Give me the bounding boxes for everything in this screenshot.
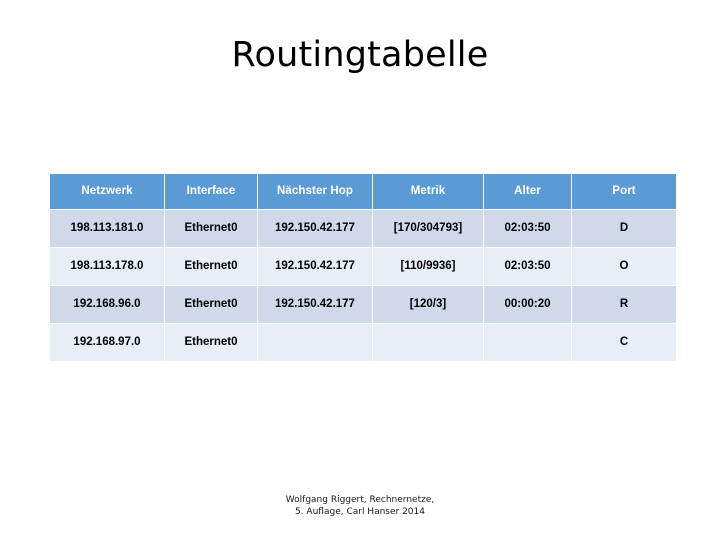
cell-alter: 02:03:50 [484, 210, 571, 247]
column-header-interface: Interface [165, 174, 257, 209]
table-row: 192.168.96.0 Ethernet0 192.150.42.177 [1… [50, 286, 676, 323]
cell-netzwerk: 192.168.97.0 [50, 324, 164, 361]
cell-netzwerk: 192.168.96.0 [50, 286, 164, 323]
cell-alter: 02:03:50 [484, 248, 571, 285]
table-row: 198.113.181.0 Ethernet0 192.150.42.177 [… [50, 210, 676, 247]
cell-netzwerk: 198.113.181.0 [50, 210, 164, 247]
cell-naechster-hop: 192.150.42.177 [258, 210, 372, 247]
cell-naechster-hop: 192.150.42.177 [258, 286, 372, 323]
routing-table: Netzwerk Interface Nächster Hop Metrik A… [49, 173, 677, 362]
column-header-port: Port [572, 174, 676, 209]
cell-port: R [572, 286, 676, 323]
table-header: Netzwerk Interface Nächster Hop Metrik A… [50, 174, 676, 209]
column-header-metrik: Metrik [373, 174, 483, 209]
cell-alter: 00:00:20 [484, 286, 571, 323]
cell-naechster-hop: 192.150.42.177 [258, 248, 372, 285]
cell-interface: Ethernet0 [165, 210, 257, 247]
cell-metrik: [170/304793] [373, 210, 483, 247]
page-title: Routingtabelle [231, 35, 489, 75]
cell-port: O [572, 248, 676, 285]
table-header-row: Netzwerk Interface Nächster Hop Metrik A… [50, 174, 676, 209]
cell-metrik: [110/9936] [373, 248, 483, 285]
slide-canvas: Routingtabelle Netzwerk Interface Nächst… [0, 0, 720, 540]
cell-metrik: [120/3] [373, 286, 483, 323]
column-header-naechster-hop: Nächster Hop [258, 174, 372, 209]
table-body: 198.113.181.0 Ethernet0 192.150.42.177 [… [50, 210, 676, 361]
cell-metrik [373, 324, 483, 361]
cell-naechster-hop [258, 324, 372, 361]
cell-interface: Ethernet0 [165, 286, 257, 323]
routing-table-container: Netzwerk Interface Nächster Hop Metrik A… [49, 173, 676, 362]
table-row: 192.168.97.0 Ethernet0 C [50, 324, 676, 361]
source-credit-line-1: Wolfgang Riggert, Rechnernetze, [285, 495, 435, 505]
cell-netzwerk: 198.113.178.0 [50, 248, 164, 285]
cell-interface: Ethernet0 [165, 324, 257, 361]
cell-port: C [572, 324, 676, 361]
cell-interface: Ethernet0 [165, 248, 257, 285]
column-header-alter: Alter [484, 174, 571, 209]
table-row: 198.113.178.0 Ethernet0 192.150.42.177 [… [50, 248, 676, 285]
source-credit-line-2: 5. Auflage, Carl Hanser 2014 [294, 507, 425, 517]
cell-alter [484, 324, 571, 361]
column-header-netzwerk: Netzwerk [50, 174, 164, 209]
source-credit: Wolfgang Riggert, Rechnernetze, 5. Aufla… [0, 494, 720, 518]
cell-port: D [572, 210, 676, 247]
